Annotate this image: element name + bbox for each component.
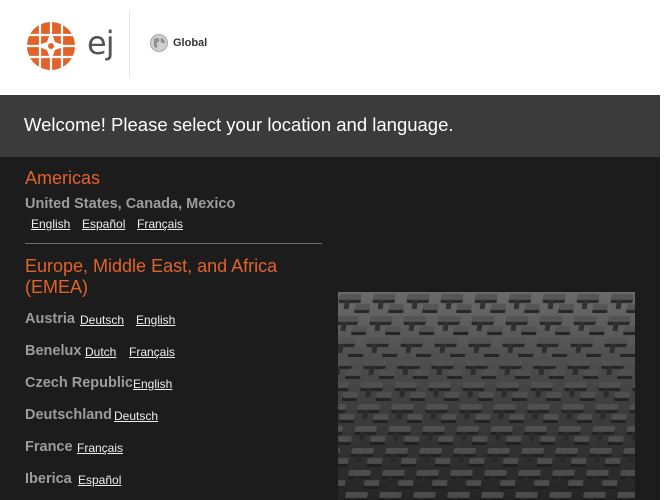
lang-link-francais[interactable]: Français bbox=[77, 441, 123, 455]
lang-link-deutsch[interactable]: Deutsch bbox=[114, 409, 158, 423]
country-czech-republic: Czech Republic bbox=[25, 375, 133, 391]
lang-link-english[interactable]: English bbox=[31, 217, 70, 231]
region-title-americas: Americas bbox=[25, 168, 101, 188]
country-us-canada-mexico: United States, Canada, Mexico bbox=[25, 196, 236, 212]
region-title-emea: Europe, Middle East, and Africa (EMEA) bbox=[25, 256, 277, 298]
ej-compass-logo-icon[interactable] bbox=[26, 21, 76, 71]
welcome-banner: Welcome! Please select your location and… bbox=[0, 95, 660, 157]
section-divider bbox=[25, 243, 322, 244]
lang-link-english[interactable]: English bbox=[133, 377, 172, 391]
lang-link-francais[interactable]: Français bbox=[129, 345, 175, 359]
country-benelux: Benelux bbox=[25, 343, 82, 359]
region-selector-label[interactable]: Global bbox=[173, 37, 207, 49]
region-title-emea-line2: (EMEA) bbox=[25, 277, 88, 297]
lang-link-francais[interactable]: Français bbox=[137, 217, 183, 231]
country-france: France bbox=[25, 439, 73, 455]
page-title: Welcome! Please select your location and… bbox=[24, 114, 454, 135]
header-divider bbox=[129, 12, 130, 76]
region-title-emea-line1: Europe, Middle East, and Africa bbox=[25, 256, 278, 276]
country-iberica: Iberica bbox=[25, 471, 72, 487]
lang-link-espanol[interactable]: Español bbox=[78, 473, 121, 487]
logo-text: ej bbox=[87, 24, 115, 62]
site-header: ej Global bbox=[0, 0, 660, 95]
product-texture-image bbox=[338, 292, 635, 500]
country-deutschland: Deutschland bbox=[25, 407, 113, 423]
country-austria: Austria bbox=[25, 311, 75, 327]
lang-link-espanol[interactable]: Español bbox=[82, 217, 125, 231]
globe-icon bbox=[150, 34, 168, 52]
lang-link-deutsch[interactable]: Deutsch bbox=[80, 313, 124, 327]
page-edge bbox=[660, 95, 668, 500]
lang-link-dutch[interactable]: Dutch bbox=[85, 345, 116, 359]
lang-link-english[interactable]: English bbox=[136, 313, 175, 327]
